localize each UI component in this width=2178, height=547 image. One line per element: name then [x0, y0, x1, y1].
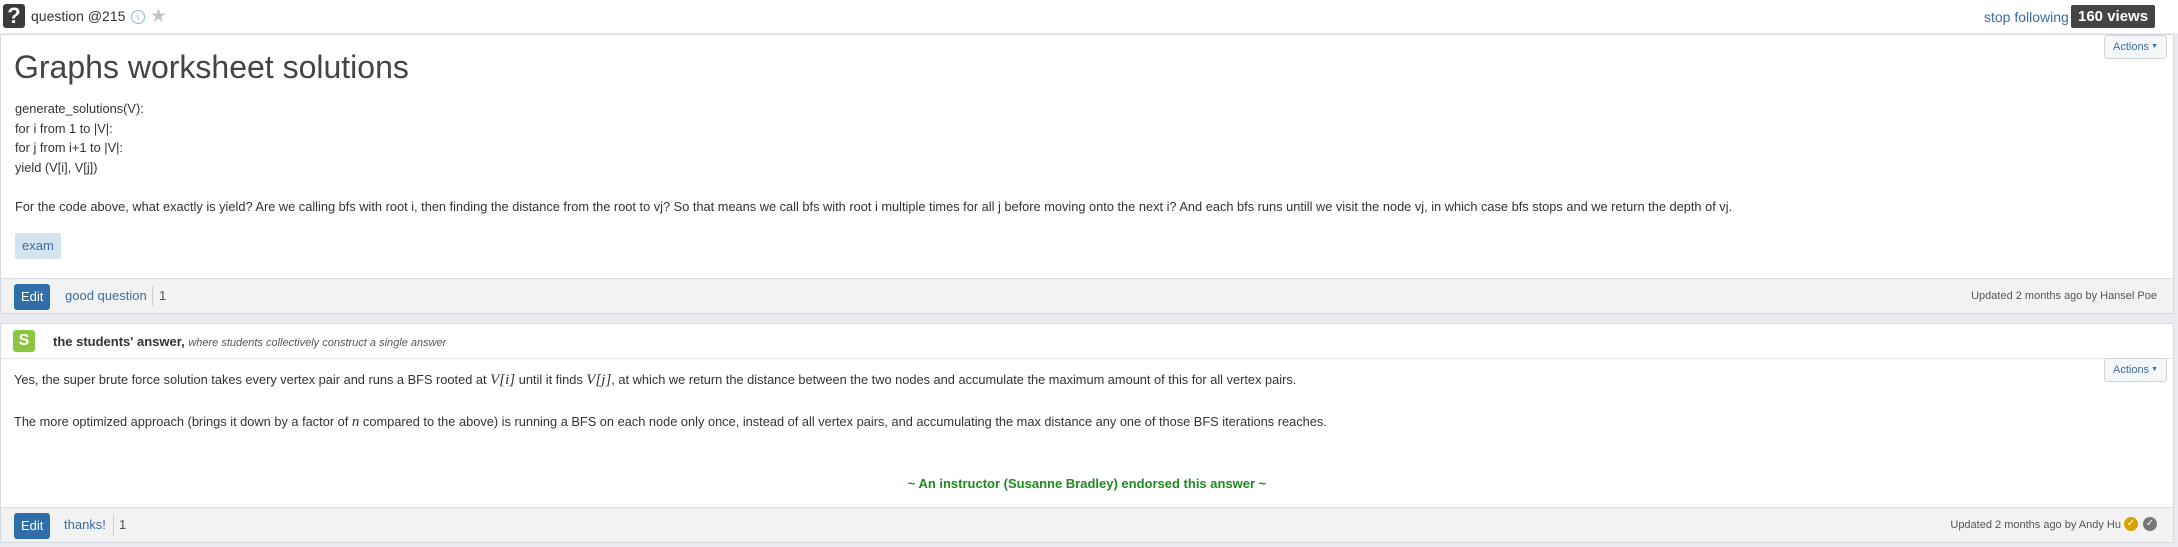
- code-line: generate_solutions(V):: [15, 101, 144, 116]
- info-icon[interactable]: i: [131, 10, 145, 24]
- actions-label: Actions: [2112, 41, 2150, 53]
- edit-answer-button[interactable]: Edit: [14, 513, 51, 539]
- divider: [1, 358, 2173, 359]
- answer-text: The more optimized approach (brings it d…: [14, 414, 352, 429]
- question-title: Graphs worksheet solutions: [14, 49, 409, 85]
- thanks-count: 1: [119, 517, 127, 532]
- answer-text: , at which we return the distance betwee…: [611, 372, 1297, 387]
- question-updated-text: Updated 2 months ago by Hansel Poe: [1971, 290, 2157, 302]
- code-line: for i from 1 to |V|:: [15, 120, 113, 136]
- code-line: yield (V[i], V[j]): [15, 159, 98, 175]
- tag-exam[interactable]: exam: [15, 233, 61, 259]
- caret-down-icon: ▼: [2151, 43, 2158, 51]
- check-icon: ✓: [2143, 517, 2157, 531]
- answer-body: Yes, the super brute force solution take…: [14, 370, 2154, 454]
- star-icon[interactable]: ★: [150, 5, 167, 28]
- question-body: generate_solutions(V): for i from 1 to |…: [15, 99, 2155, 217]
- gold-check-icon: ✓: [2124, 517, 2138, 531]
- answer-paragraph: The more optimized approach (brings it d…: [14, 412, 2154, 432]
- student-answer-icon: S: [13, 330, 35, 352]
- thanks-button[interactable]: thanks!: [64, 517, 106, 532]
- answer-text: until it finds: [515, 372, 587, 387]
- answer-paragraph: Yes, the super brute force solution take…: [14, 370, 2154, 390]
- code-line: for j from i+1 to |V|:: [15, 140, 123, 155]
- divider: [152, 286, 153, 306]
- answer-header-subtitle: where students collectively construct a …: [188, 337, 447, 349]
- answer-header-title: the students' answer,: [53, 334, 185, 349]
- question-card: Actions ▼ Graphs worksheet solutions gene…: [0, 34, 2174, 314]
- question-footer: Edit good question 1 Updated 2 months ag…: [1, 278, 2173, 313]
- question-id: @215: [87, 8, 126, 24]
- divider: [113, 515, 114, 535]
- edit-question-button[interactable]: Edit: [14, 284, 51, 310]
- answer-updated-text: Updated 2 months ago by Andy Hu: [1950, 519, 2121, 531]
- answer-text: Yes, the super brute force solution take…: [14, 372, 491, 387]
- good-question-count: 1: [159, 288, 167, 303]
- question-icon: ?: [3, 4, 25, 28]
- instructor-endorsement: ~ An instructor (Susanne Bradley) endors…: [907, 476, 1267, 491]
- answer-header: the students' answer, where students col…: [53, 334, 446, 349]
- question-paragraph: For the code above, what exactly is yiel…: [15, 199, 1733, 214]
- question-actions-button[interactable]: Actions ▼: [2103, 35, 2167, 59]
- question-label: question: [31, 8, 84, 24]
- answer-text: compared to the above) is running a BFS …: [359, 414, 1327, 429]
- math-expression: V[i]: [490, 372, 516, 388]
- views-badge: 160 views: [2071, 5, 2156, 28]
- stop-following-link[interactable]: stop following: [1984, 9, 2069, 25]
- student-answer-card: S the students' answer, where students c…: [0, 323, 2174, 543]
- good-question-button[interactable]: good question: [65, 288, 147, 303]
- question-number: question @215: [31, 8, 125, 24]
- math-expression: V[j]: [586, 372, 612, 388]
- answer-footer: Edit thanks! 1 Updated 2 months ago by A…: [1, 507, 2173, 542]
- question-topbar: ? question @215 i ★ stop following 160 v…: [0, 0, 2178, 33]
